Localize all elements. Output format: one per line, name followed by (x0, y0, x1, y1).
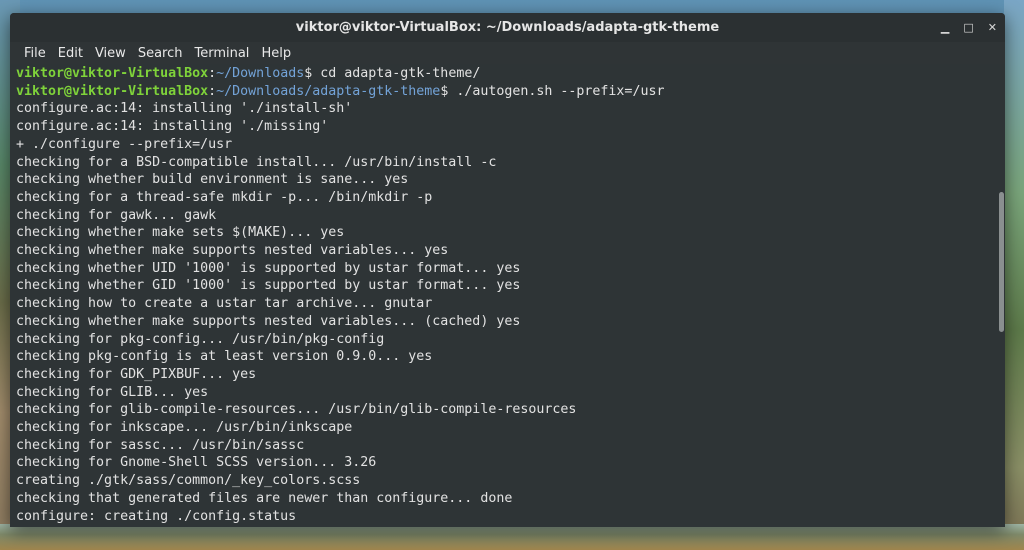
output-line: checking for a thread-safe mkdir -p... /… (16, 189, 433, 205)
output-line: configure.ac:14: installing './install-s… (16, 101, 353, 117)
prompt-path: ~/Downloads (216, 66, 305, 81)
output-line: checking for inkscape... /usr/bin/inksca… (16, 420, 353, 436)
output-line: checking for gawk... gawk (16, 207, 217, 223)
output-line: checking for GLIB... yes (16, 384, 209, 400)
output-line: checking whether UID '1000' is supported… (16, 260, 521, 276)
prompt-line: viktor@viktor-VirtualBox:~/Downloads$ cd… (16, 65, 1005, 83)
prompt-command: $ cd adapta-gtk-theme/ (304, 66, 481, 81)
output-line: checking that generated files are newer … (16, 490, 513, 506)
output-line: checking for glib-compile-resources... /… (16, 402, 577, 418)
menu-view[interactable]: View (89, 46, 132, 61)
output-line: + ./configure --prefix=/usr (16, 136, 233, 152)
prompt-path: ~/Downloads/adapta-gtk-theme (216, 83, 441, 99)
output-line: checking for Gnome-Shell SCSS version...… (16, 455, 377, 471)
output-line: configure: creating ./config.status (16, 508, 297, 524)
output-line: configure.ac:14: installing './missing' (16, 119, 329, 135)
scrollbar-thumb[interactable] (999, 192, 1004, 332)
terminal-scrollbar[interactable] (996, 64, 1005, 527)
prompt-user: viktor@viktor-VirtualBox (16, 66, 209, 81)
terminal-output[interactable]: viktor@viktor-VirtualBox:~/Downloads$ cd… (10, 64, 1005, 527)
output-line: creating ./gtk/sass/common/_key_colors.s… (16, 473, 361, 489)
output-line: checking how to create a ustar tar archi… (16, 296, 433, 312)
desktop-background-ground (0, 524, 1024, 550)
output-line: checking for a BSD-compatible install...… (16, 154, 497, 170)
output-line: checking for GDK_PIXBUF... yes (16, 366, 257, 382)
menubar: File Edit View Search Terminal Help (10, 42, 1005, 64)
menu-file[interactable]: File (18, 46, 52, 61)
menu-search[interactable]: Search (132, 46, 189, 61)
output-line: checking pkg-config is at least version … (16, 349, 433, 365)
maximize-icon[interactable]: □ (963, 21, 973, 34)
terminal-window: viktor@viktor-VirtualBox: ~/Downloads/ad… (10, 13, 1005, 527)
menu-terminal[interactable]: Terminal (188, 46, 255, 61)
output-line: checking whether GID '1000' is supported… (16, 278, 521, 294)
output-line: checking for pkg-config... /usr/bin/pkg-… (16, 331, 385, 347)
output-line: checking whether build environment is sa… (16, 172, 409, 188)
prompt-command: $ ./autogen.sh --prefix=/usr (440, 83, 665, 99)
output-line: checking whether make sets $(MAKE)... ye… (16, 225, 345, 241)
prompt-separator: : (208, 83, 217, 99)
output-line: checking whether make supports nested va… (16, 313, 521, 329)
close-icon[interactable]: ✕ (988, 21, 997, 34)
prompt-separator: : (208, 66, 217, 81)
prompt-user: viktor@viktor-VirtualBox (16, 83, 209, 99)
window-controls: ▁ □ ✕ (941, 13, 997, 42)
desktop-background-right (1004, 0, 1024, 550)
menu-edit[interactable]: Edit (52, 46, 89, 61)
window-titlebar[interactable]: viktor@viktor-VirtualBox: ~/Downloads/ad… (10, 13, 1005, 42)
prompt-line: viktor@viktor-VirtualBox:~/Downloads/ada… (16, 83, 1005, 101)
window-title: viktor@viktor-VirtualBox: ~/Downloads/ad… (295, 20, 720, 35)
output-line: checking for sassc... /usr/bin/sassc (16, 437, 305, 453)
menu-help[interactable]: Help (255, 46, 297, 61)
output-line: checking whether make supports nested va… (16, 243, 449, 259)
minimize-icon[interactable]: ▁ (941, 21, 949, 34)
